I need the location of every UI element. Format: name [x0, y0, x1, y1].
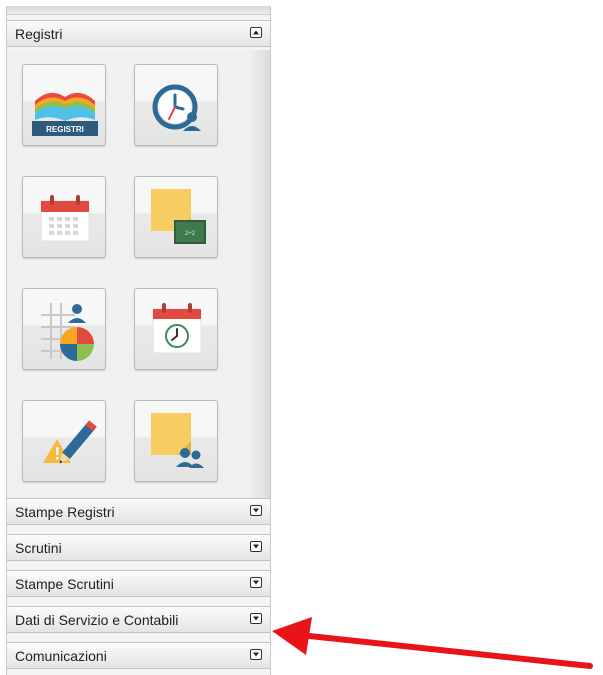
annotation-arrow [272, 617, 593, 669]
